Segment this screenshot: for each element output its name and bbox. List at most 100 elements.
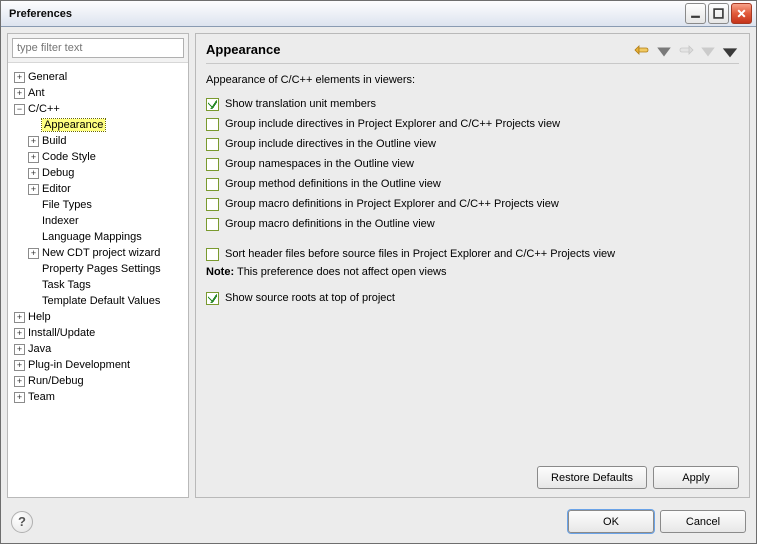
help-button[interactable]: ? (11, 511, 33, 533)
tree-item-file-types[interactable]: File Types (28, 197, 184, 213)
help-icon: ? (18, 514, 26, 529)
checkbox-show-source-roots[interactable]: Show source roots at top of project (206, 288, 739, 308)
checkbox-icon[interactable] (206, 218, 219, 231)
expand-icon[interactable]: + (14, 312, 25, 323)
filter-container (8, 34, 188, 63)
page-footer: Restore Defaults Apply (206, 458, 739, 489)
forward-button[interactable] (677, 43, 695, 57)
tree-item-indexer[interactable]: Indexer (28, 213, 184, 229)
expand-icon[interactable]: + (14, 88, 25, 99)
maximize-button[interactable] (708, 3, 729, 24)
checkbox-label: Group include directives in the Outline … (225, 138, 436, 150)
expand-icon[interactable]: + (14, 376, 25, 387)
checkbox-row[interactable]: Group include directives in the Outline … (206, 134, 739, 154)
checkbox-icon[interactable] (206, 98, 219, 111)
right-pane: Appearance (195, 33, 750, 498)
chevron-down-icon (721, 43, 739, 61)
checkbox-label: Group method definitions in the Outline … (225, 178, 441, 190)
expand-icon[interactable]: + (14, 392, 25, 403)
minimize-button[interactable] (685, 3, 706, 24)
preferences-dialog: Preferences +General +Ant −C/C++ (0, 0, 757, 544)
page-description: Appearance of C/C++ elements in viewers: (206, 74, 739, 86)
tree-item-task-tags[interactable]: Task Tags (28, 277, 184, 293)
restore-defaults-button[interactable]: Restore Defaults (537, 466, 647, 489)
checkbox-label: Show translation unit members (225, 98, 376, 110)
expand-icon[interactable]: + (14, 328, 25, 339)
preferences-tree[interactable]: +General +Ant −C/C++ Appearance +Build +… (8, 63, 188, 497)
cancel-button[interactable]: Cancel (660, 510, 746, 533)
tree-item-debug[interactable]: +Debug (28, 165, 184, 181)
checkbox-row[interactable]: Show translation unit members (206, 94, 739, 114)
note-text: This preference does not affect open vie… (237, 266, 447, 278)
tree-item-appearance[interactable]: Appearance (28, 117, 184, 133)
checkbox-row[interactable]: Group macro definitions in Project Explo… (206, 194, 739, 214)
tree-item-install-update[interactable]: +Install/Update (14, 325, 184, 341)
checkbox-label: Group include directives in Project Expl… (225, 118, 560, 130)
checkbox-label: Show source roots at top of project (225, 292, 395, 304)
tree-item-property-pages[interactable]: Property Pages Settings (28, 261, 184, 277)
tree-item-language-mappings[interactable]: Language Mappings (28, 229, 184, 245)
note-label: Note: (206, 266, 234, 278)
tree-item-java[interactable]: +Java (14, 341, 184, 357)
tree-item-code-style[interactable]: +Code Style (28, 149, 184, 165)
close-icon (736, 8, 747, 19)
tree-item-ant[interactable]: +Ant (14, 85, 184, 101)
checkbox-group: Show translation unit members Group inclu… (206, 94, 739, 234)
chevron-down-icon (699, 43, 717, 61)
window-title: Preferences (9, 8, 685, 20)
note-row: Note: This preference does not affect op… (206, 266, 739, 278)
checkbox-row[interactable]: Group macro definitions in the Outline v… (206, 214, 739, 234)
checkbox-row[interactable]: Group method definitions in the Outline … (206, 174, 739, 194)
expand-icon[interactable]: + (28, 184, 39, 195)
tree-item-run-debug[interactable]: +Run/Debug (14, 373, 184, 389)
checkbox-icon[interactable] (206, 292, 219, 305)
checkbox-label: Group namespaces in the Outline view (225, 158, 414, 170)
close-button[interactable] (731, 3, 752, 24)
forward-dropdown[interactable] (699, 43, 717, 57)
minimize-icon (690, 8, 701, 19)
ok-button[interactable]: OK (568, 510, 654, 533)
page-nav (633, 43, 739, 57)
left-pane: +General +Ant −C/C++ Appearance +Build +… (7, 33, 189, 498)
tree-item-template-defaults[interactable]: Template Default Values (28, 293, 184, 309)
arrow-left-icon (633, 43, 651, 57)
header-separator (206, 63, 739, 64)
filter-input[interactable] (12, 38, 184, 58)
expand-icon[interactable]: + (28, 136, 39, 147)
checkbox-sort-header[interactable]: Sort header files before source files in… (206, 244, 739, 264)
collapse-icon[interactable]: − (14, 104, 25, 115)
chevron-down-icon (655, 43, 673, 61)
checkbox-label: Group macro definitions in Project Explo… (225, 198, 559, 210)
view-menu-button[interactable] (721, 43, 739, 57)
tree-item-new-cdt[interactable]: +New CDT project wizard (28, 245, 184, 261)
checkbox-icon[interactable] (206, 178, 219, 191)
tree-item-build[interactable]: +Build (28, 133, 184, 149)
content-area: +General +Ant −C/C++ Appearance +Build +… (7, 33, 750, 498)
apply-button[interactable]: Apply (653, 466, 739, 489)
checkbox-icon[interactable] (206, 198, 219, 211)
checkbox-row[interactable]: Group namespaces in the Outline view (206, 154, 739, 174)
checkbox-label: Group macro definitions in the Outline v… (225, 218, 435, 230)
checkbox-label: Sort header files before source files in… (225, 248, 615, 260)
expand-icon[interactable]: + (14, 72, 25, 83)
tree-item-editor[interactable]: +Editor (28, 181, 184, 197)
tree-item-general[interactable]: +General (14, 69, 184, 85)
expand-icon[interactable]: + (14, 360, 25, 371)
checkbox-icon[interactable] (206, 158, 219, 171)
tree-item-plugin-dev[interactable]: +Plug-in Development (14, 357, 184, 373)
tree-item-help[interactable]: +Help (14, 309, 184, 325)
tree-item-team[interactable]: +Team (14, 389, 184, 405)
back-dropdown[interactable] (655, 43, 673, 57)
titlebar-buttons (685, 3, 752, 24)
checkbox-icon[interactable] (206, 118, 219, 131)
expand-icon[interactable]: + (28, 168, 39, 179)
back-button[interactable] (633, 43, 651, 57)
expand-icon[interactable]: + (28, 152, 39, 163)
tree-item-ccpp[interactable]: −C/C++ Appearance +Build +Code Style +De… (14, 101, 184, 309)
expand-icon[interactable]: + (28, 248, 39, 259)
expand-icon[interactable]: + (14, 344, 25, 355)
checkbox-icon[interactable] (206, 248, 219, 261)
checkbox-icon[interactable] (206, 138, 219, 151)
checkbox-row[interactable]: Group include directives in Project Expl… (206, 114, 739, 134)
page-title: Appearance (206, 42, 633, 57)
